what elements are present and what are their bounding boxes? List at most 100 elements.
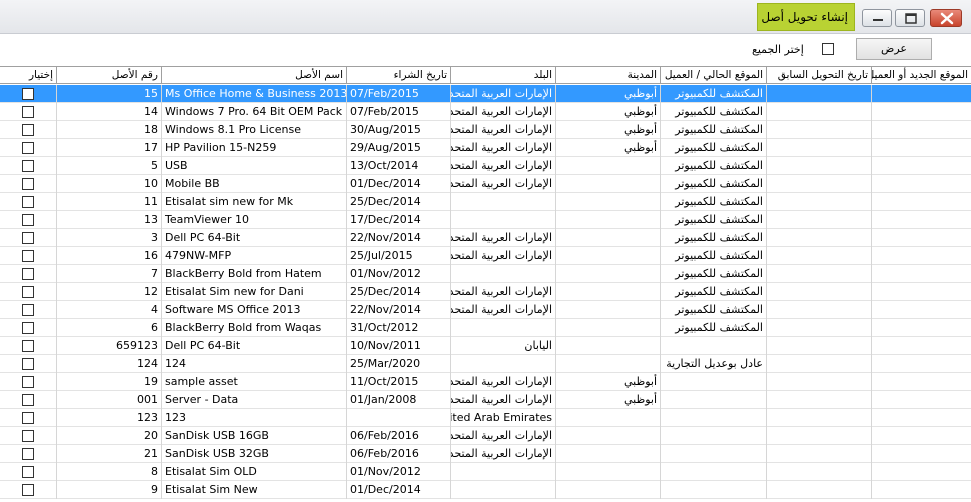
new-location-cell[interactable] [872, 409, 971, 427]
table-row[interactable]: 001 Server - Data 01/Jan/2008 الإمارات العر… [0, 391, 971, 409]
new-location-cell[interactable] [872, 373, 971, 391]
select-cell[interactable] [0, 445, 57, 463]
row-checkbox[interactable] [22, 340, 34, 352]
table-row[interactable]: 8 Etisalat Sim OLD 01/Nov/2012 [0, 463, 971, 481]
table-row[interactable]: 3 Dell PC 64-Bit 22/Nov/2014 الإمارات العرب… [0, 229, 971, 247]
new-location-cell[interactable] [872, 265, 971, 283]
select-cell[interactable] [0, 301, 57, 319]
new-location-cell[interactable] [872, 355, 971, 373]
select-cell[interactable] [0, 427, 57, 445]
table-row[interactable]: 6 BlackBerry Bold from Waqas 31/Oct/2012 ال… [0, 319, 971, 337]
table-row[interactable]: 124 124 25/Mar/2020 عادل بوعديل التجارية [0, 355, 971, 373]
row-checkbox[interactable] [22, 484, 34, 496]
header-previous-transfer-date[interactable]: تاريخ التحويل السابق [767, 67, 872, 84]
header-current-location[interactable]: الموقع الحالي / العميل [661, 67, 767, 84]
select-cell[interactable] [0, 265, 57, 283]
row-checkbox[interactable] [22, 214, 34, 226]
row-checkbox[interactable] [22, 196, 34, 208]
select-cell[interactable] [0, 481, 57, 499]
row-checkbox[interactable] [22, 304, 34, 316]
header-select[interactable]: إختيار [0, 67, 57, 84]
select-cell[interactable] [0, 373, 57, 391]
new-location-cell[interactable] [872, 229, 971, 247]
header-asset-number[interactable]: رقم الأصل [57, 67, 162, 84]
select-cell[interactable] [0, 175, 57, 193]
row-checkbox[interactable] [22, 178, 34, 190]
select-cell[interactable] [0, 229, 57, 247]
new-location-cell[interactable] [872, 193, 971, 211]
row-checkbox[interactable] [22, 142, 34, 154]
table-row[interactable]: 123123 United Arab Emirates [0, 409, 971, 427]
header-purchase-date[interactable]: تاريخ الشراء [347, 67, 451, 84]
table-row[interactable]: 18 Windows 8.1 Pro License 30/Aug/2015 الإم… [0, 121, 971, 139]
table-row[interactable]: 20 SanDisk USB 16GB 06/Feb/2016 الإمارات ال… [0, 427, 971, 445]
select-all-checkbox[interactable] [822, 43, 834, 55]
new-location-cell[interactable] [872, 103, 971, 121]
table-row[interactable]: 16 479NW-MFP 25/Jul/2015 الإمارات العربية ا… [0, 247, 971, 265]
select-cell[interactable] [0, 355, 57, 373]
header-asset-name[interactable]: اسم الأصل [162, 67, 347, 84]
table-row[interactable]: 7 BlackBerry Bold from Hatem 01/Nov/2012 ال… [0, 265, 971, 283]
row-checkbox[interactable] [22, 466, 34, 478]
new-location-cell[interactable] [872, 85, 971, 103]
select-cell[interactable] [0, 337, 57, 355]
select-cell[interactable] [0, 247, 57, 265]
new-location-cell[interactable] [872, 211, 971, 229]
table-row[interactable]: 4 Software MS Office 2013 22/Nov/2014 الإما… [0, 301, 971, 319]
row-checkbox[interactable] [22, 124, 34, 136]
select-cell[interactable] [0, 283, 57, 301]
header-country[interactable]: البلد [451, 67, 556, 84]
show-button[interactable]: عرض [856, 38, 932, 60]
row-checkbox[interactable] [22, 376, 34, 388]
table-row[interactable]: 659123 Dell PC 64-Bit 10/Nov/2011 اليابان [0, 337, 971, 355]
select-cell[interactable] [0, 409, 57, 427]
new-location-cell[interactable] [872, 337, 971, 355]
row-checkbox[interactable] [22, 448, 34, 460]
table-row[interactable]: 13 TeamViewer 10 17/Dec/2014 المكتشف للكمبي… [0, 211, 971, 229]
row-checkbox[interactable] [22, 88, 34, 100]
select-cell[interactable] [0, 211, 57, 229]
table-row[interactable]: 10 Mobile BB 01/Dec/2014 الإمارات العربية ا… [0, 175, 971, 193]
select-cell[interactable] [0, 157, 57, 175]
row-checkbox[interactable] [22, 358, 34, 370]
header-new-location[interactable]: الموقع الجديد أو العميل [872, 67, 971, 84]
row-checkbox[interactable] [22, 160, 34, 172]
new-location-cell[interactable] [872, 481, 971, 499]
table-row[interactable]: 15Ms Office Home & Business 2013 FPP07/F… [0, 85, 971, 103]
restore-button[interactable] [895, 9, 925, 27]
row-checkbox[interactable] [22, 430, 34, 442]
table-row[interactable]: 9 Etisalat Sim New 01/Dec/2014 [0, 481, 971, 499]
row-checkbox[interactable] [22, 412, 34, 424]
table-row[interactable]: 19 sample asset 11/Oct/2015 الإمارات العربي… [0, 373, 971, 391]
new-location-cell[interactable] [872, 247, 971, 265]
row-checkbox[interactable] [22, 322, 34, 334]
new-location-cell[interactable] [872, 427, 971, 445]
select-cell[interactable] [0, 85, 57, 103]
table-row[interactable]: 21 SanDisk USB 32GB 06/Feb/2016 الإمارات ال… [0, 445, 971, 463]
row-checkbox[interactable] [22, 232, 34, 244]
table-row[interactable]: 17 HP Pavilion 15-N259 29/Aug/2015 الإمارات… [0, 139, 971, 157]
new-location-cell[interactable] [872, 283, 971, 301]
table-row[interactable]: 12 Etisalat Sim new for Dani 25/Dec/2014 ال… [0, 283, 971, 301]
select-cell[interactable] [0, 391, 57, 409]
new-location-cell[interactable] [872, 319, 971, 337]
new-location-cell[interactable] [872, 463, 971, 481]
table-row[interactable]: 11 Etisalat sim new for Mk 25/Dec/2014 المك… [0, 193, 971, 211]
row-checkbox[interactable] [22, 106, 34, 118]
minimize-button[interactable] [862, 9, 892, 27]
header-city[interactable]: المدينة [556, 67, 661, 84]
new-location-cell[interactable] [872, 157, 971, 175]
select-cell[interactable] [0, 193, 57, 211]
new-location-cell[interactable] [872, 175, 971, 193]
new-location-cell[interactable] [872, 301, 971, 319]
select-cell[interactable] [0, 463, 57, 481]
new-location-cell[interactable] [872, 121, 971, 139]
table-row[interactable]: 14 Windows 7 Pro. 64 Bit OEM Pack 07/Feb/2… [0, 103, 971, 121]
close-button[interactable] [930, 9, 962, 27]
row-checkbox[interactable] [22, 268, 34, 280]
select-cell[interactable] [0, 319, 57, 337]
row-checkbox[interactable] [22, 394, 34, 406]
new-location-cell[interactable] [872, 445, 971, 463]
select-cell[interactable] [0, 103, 57, 121]
new-location-cell[interactable] [872, 139, 971, 157]
